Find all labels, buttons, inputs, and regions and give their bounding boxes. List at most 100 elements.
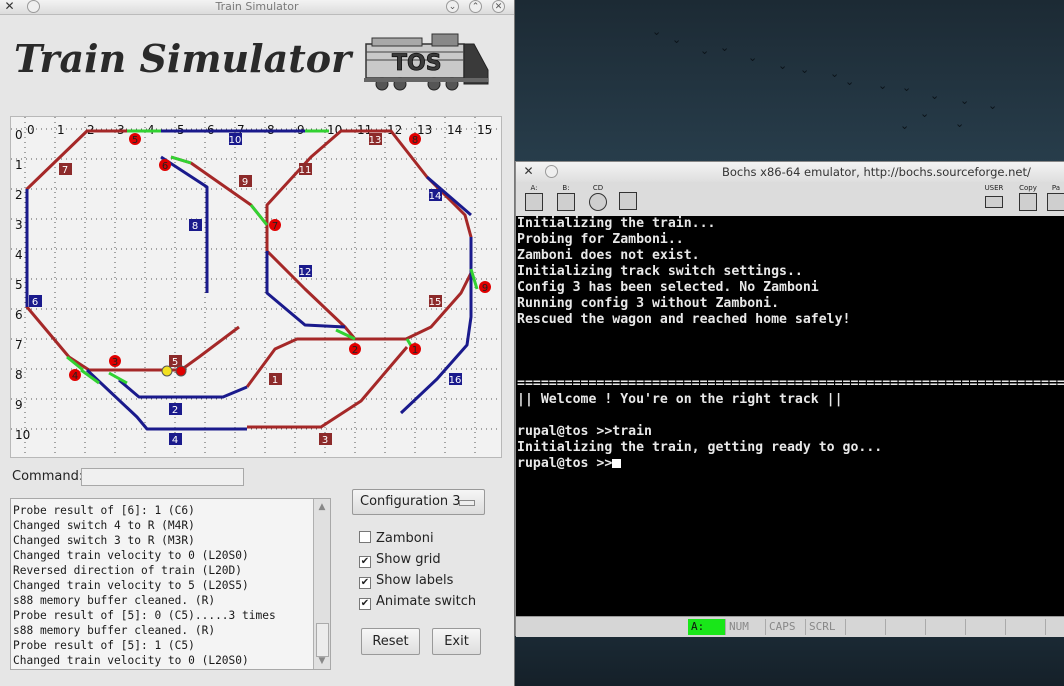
bird-icon: ⌄ <box>652 25 662 38</box>
close-button[interactable]: ✕ <box>492 0 505 13</box>
scroll-up-icon[interactable]: ▲ <box>316 501 328 513</box>
contact-label: 1 <box>272 375 278 386</box>
show-grid-label: Show grid <box>376 552 441 567</box>
emulator-screen[interactable]: Initializing the train... Probing for Za… <box>516 216 1064 616</box>
log-line: Changed switch 4 to R (M4R) <box>13 519 195 532</box>
wagon-marker <box>175 365 187 377</box>
row-label: 8 <box>15 368 23 382</box>
contact-label: 11 <box>299 165 312 176</box>
log-line: Probe result of [5]: 1 (C5) <box>13 639 195 652</box>
reset-button[interactable]: Reset <box>361 628 420 655</box>
show-labels-checkbox[interactable]: ✔ Show labels <box>359 573 453 589</box>
screen-line: || Welcome ! You're on the right track |… <box>517 392 843 407</box>
bochs-toolbar: A: B: CD USER Copy Pa <box>516 182 1064 216</box>
screen-line: Probing for Zamboni.. <box>517 232 684 247</box>
switch-label: 4 <box>72 371 78 382</box>
screen-line: rupal@tos >> <box>517 456 613 471</box>
bird-icon: ⌄ <box>930 89 940 102</box>
contact-label: 3 <box>322 435 328 446</box>
contact-label: 4 <box>172 435 178 446</box>
command-input[interactable] <box>81 468 244 486</box>
screen-line: Rescued the wagon and reached home safel… <box>517 312 851 327</box>
animate-switch-label: Animate switch <box>376 594 477 609</box>
copy-label: Copy <box>1019 184 1037 192</box>
zamboni-box[interactable] <box>359 531 371 543</box>
status-caps: CAPS <box>766 619 806 635</box>
row-label: 2 <box>15 188 23 202</box>
log-panel[interactable]: Probe result of [6]: 1 (C6) Changed switc… <box>10 498 331 670</box>
animate-switch-checkbox[interactable]: ✔ Animate switch <box>359 594 476 610</box>
bird-icon: ⌄ <box>778 59 788 72</box>
contact-label: 6 <box>32 297 38 308</box>
contact-label: 13 <box>369 135 382 146</box>
animate-switch-box[interactable]: ✔ <box>359 598 371 610</box>
paste-label: Pa <box>1051 184 1061 192</box>
log-scrollbar[interactable]: ▲ ▼ <box>313 499 330 669</box>
copy-button[interactable]: Copy <box>1016 184 1040 214</box>
log-line: Probe result of [5]: 0 (C5).....3 times <box>13 609 276 622</box>
user-button[interactable]: USER <box>982 184 1006 214</box>
row-label: 10 <box>15 428 30 442</box>
cdrom-button[interactable]: CD <box>586 184 610 214</box>
scroll-down-icon[interactable]: ▼ <box>316 655 328 667</box>
switch-label: 6 <box>162 161 168 172</box>
row-label: 5 <box>15 278 23 292</box>
bochs-menu-icon[interactable]: ✕ <box>522 165 535 178</box>
bochs-sticky-button[interactable] <box>545 165 558 178</box>
row-label: 9 <box>15 398 23 412</box>
configuration-select[interactable]: Configuration 3 <box>352 489 485 515</box>
log-line: Changed train velocity to 0 (L20S0) <box>13 549 249 562</box>
screen-line: Running config 3 without Zamboni. <box>517 296 780 311</box>
mouse-button[interactable] <box>616 184 640 214</box>
show-labels-box[interactable]: ✔ <box>359 577 371 589</box>
configuration-value: Configuration 3 <box>360 494 461 509</box>
screen-line: Initializing track switch settings.. <box>517 264 803 279</box>
track-board[interactable]: 0 1 2 3 4 5 6 7 8 9 10 11 12 13 14 15 0 1 2 3 4 5 6 7 8 9 10 1 2 3 4 5 6… <box>10 116 502 458</box>
scroll-thumb[interactable] <box>316 623 329 657</box>
bird-icon: ⌄ <box>748 51 758 64</box>
column-label: 0 <box>27 123 35 137</box>
track-segment <box>245 337 355 388</box>
maximize-button[interactable]: ⌃ <box>469 0 482 13</box>
paste-button[interactable]: Pa <box>1044 184 1064 214</box>
title-bar[interactable]: ✕ Train Simulator ⌄ ⌃ ✕ <box>0 0 514 15</box>
contact-label: 15 <box>429 297 442 308</box>
exit-button[interactable]: Exit <box>432 628 481 655</box>
floppy-icon <box>525 193 543 211</box>
screen-line: ========================================… <box>517 376 1064 391</box>
user-label: USER <box>984 184 1004 192</box>
zamboni-checkbox[interactable]: Zamboni <box>359 531 434 546</box>
text-cursor <box>612 459 622 468</box>
show-grid-checkbox[interactable]: ✔ Show grid <box>359 552 441 568</box>
bird-icon: ⌄ <box>830 67 840 80</box>
row-label: 4 <box>15 248 23 262</box>
show-grid-box[interactable]: ✔ <box>359 556 371 568</box>
bird-icon: ⌄ <box>902 81 912 94</box>
bochs-title: Bochs x86-64 emulator, http://bochs.sour… <box>722 165 1031 179</box>
screen-line: Initializing the train... <box>517 216 716 231</box>
screen-line: Config 3 has been selected. No Zamboni <box>517 280 819 295</box>
contact-label: 7 <box>62 165 68 176</box>
log-line: s88 memory buffer cleaned. (R) <box>13 624 216 637</box>
bird-icon: ⌄ <box>900 119 910 132</box>
floppy-b-button[interactable]: B: <box>554 184 578 214</box>
screen-text: Initializing the train... Probing for Za… <box>517 216 1064 472</box>
contact-label: 16 <box>449 375 462 386</box>
status-num: NUM <box>726 619 766 635</box>
track-segment <box>170 129 473 341</box>
status-floppy-a: A: <box>688 619 726 635</box>
floppy-a-button[interactable]: A: <box>522 184 546 214</box>
track-segment <box>399 237 473 415</box>
switch-indicator <box>170 155 192 165</box>
minimize-button[interactable]: ⌄ <box>446 0 459 13</box>
contact-label: 14 <box>429 191 442 202</box>
log-line: Probe result of [6]: 1 (C6) <box>13 504 195 517</box>
cdrom-label: CD <box>592 184 604 192</box>
bochs-title-bar[interactable]: ✕ Bochs x86-64 emulator, http://bochs.so… <box>516 162 1064 183</box>
mouse-icon <box>619 192 637 210</box>
floppy-icon <box>557 193 575 211</box>
bird-icon: ⌄ <box>878 79 888 92</box>
log-line: Changed switch 3 to R (M3R) <box>13 534 195 547</box>
app-title: Train Simulator <box>14 36 352 81</box>
row-label: 3 <box>15 218 23 232</box>
